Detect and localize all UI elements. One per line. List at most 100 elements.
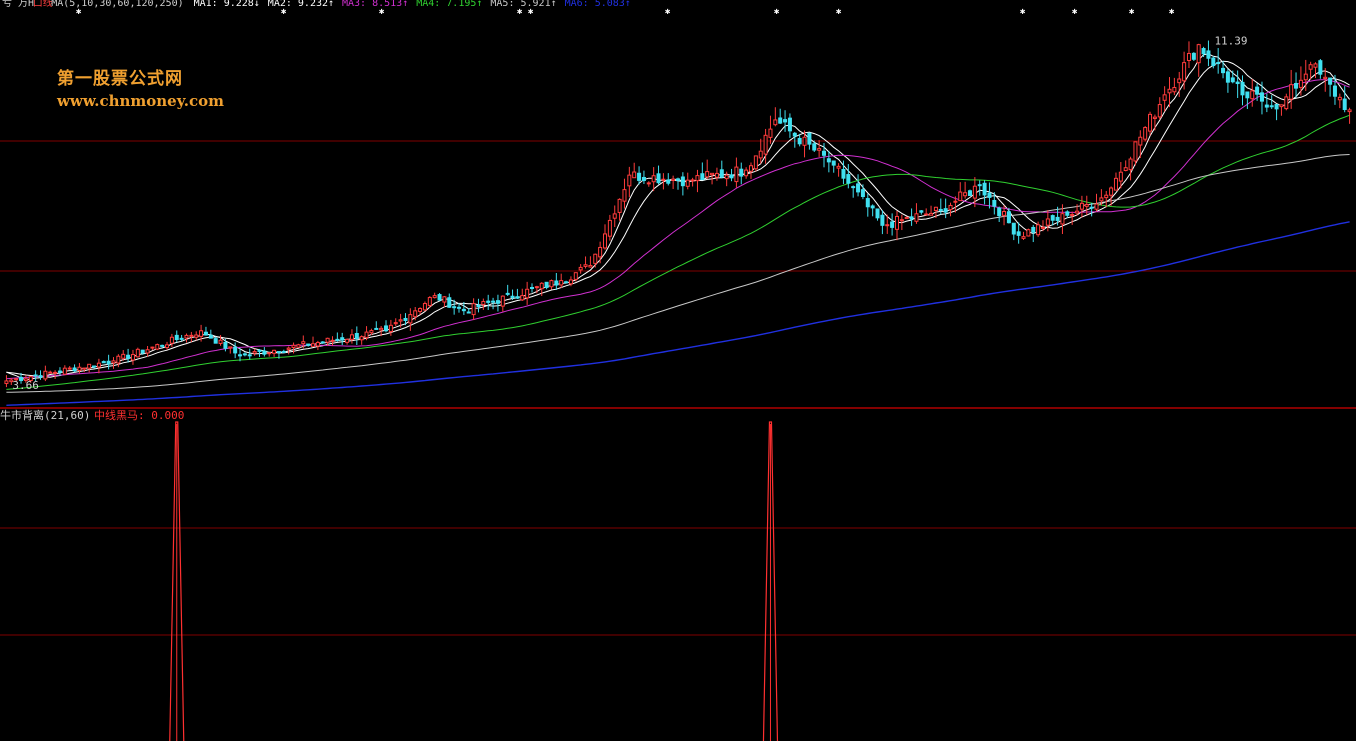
candle-body xyxy=(291,344,296,348)
candle-body xyxy=(646,182,651,185)
candle-body xyxy=(1274,103,1279,110)
candle-body xyxy=(160,344,165,347)
candle-body xyxy=(422,303,427,311)
candle-body xyxy=(602,233,608,249)
candle-body xyxy=(1094,203,1099,210)
candle-body xyxy=(510,295,515,299)
candle-body xyxy=(544,281,549,288)
candle-body xyxy=(130,354,135,361)
candle-body xyxy=(525,288,530,299)
signal-marker-icon: ✱ xyxy=(774,7,780,17)
candle-body xyxy=(1347,109,1352,113)
candle-body xyxy=(515,296,520,299)
candle-body xyxy=(943,208,948,213)
candle-body xyxy=(865,198,870,208)
candle-body xyxy=(82,367,87,370)
candle-body xyxy=(1040,226,1045,229)
candle-body xyxy=(846,174,851,184)
candle-body xyxy=(145,349,150,354)
candle-body xyxy=(325,337,330,343)
candle-body xyxy=(233,346,238,354)
stock-chart[interactable]: 11.393.66✱ ✱ ✱ ✱ ✱ ✱ ✱ ✱ ✱ ✱ ✱ ✱亏 万H口线MA(5,10,30,60… xyxy=(0,0,1356,741)
candle-body xyxy=(354,332,359,339)
candle-body xyxy=(1255,86,1260,95)
candle-body xyxy=(671,178,676,181)
candle-body xyxy=(257,349,262,352)
candle-body xyxy=(1337,96,1342,101)
candle-body xyxy=(963,192,968,197)
header-legend-item: 口线 xyxy=(33,0,53,9)
candle-body xyxy=(174,334,179,341)
candle-body xyxy=(588,264,593,268)
candle-body xyxy=(1084,203,1089,207)
signal-marker-icon: ✱ xyxy=(1020,7,1026,17)
candle-body xyxy=(43,370,48,380)
candle-body xyxy=(1026,229,1031,237)
candle-body xyxy=(1172,87,1177,93)
watermark-url: www.chnmoney.com xyxy=(57,92,224,110)
candle-body xyxy=(4,380,9,384)
candle-body xyxy=(252,351,257,354)
candle-body xyxy=(418,307,423,312)
candle-body xyxy=(607,219,612,237)
candle-body xyxy=(948,204,953,211)
candle-body xyxy=(1294,82,1299,89)
candle-body xyxy=(111,360,116,364)
candle-body xyxy=(281,350,286,353)
candle-body xyxy=(593,253,598,264)
candle-body xyxy=(812,143,817,151)
candle-body xyxy=(987,192,992,198)
header-legend-item: MA1: 9.228↓ xyxy=(194,0,260,9)
candle-body xyxy=(977,184,982,187)
candle-body xyxy=(437,294,442,301)
candle-body xyxy=(632,171,637,179)
candle-body xyxy=(1138,136,1143,146)
candle-body xyxy=(637,172,642,181)
candle-body xyxy=(568,279,573,285)
candle-body xyxy=(1002,211,1007,216)
candle-body xyxy=(286,347,291,350)
candle-body xyxy=(836,165,841,169)
candle-body xyxy=(491,300,496,303)
candle-body xyxy=(72,367,77,372)
candle-body xyxy=(1075,210,1080,214)
candle-body xyxy=(238,354,243,357)
candle-body xyxy=(1298,79,1303,88)
candle-body xyxy=(1191,52,1196,60)
candle-body xyxy=(598,246,603,258)
candle-body xyxy=(432,295,437,299)
candle-body xyxy=(1250,90,1255,100)
candle-body xyxy=(223,341,228,349)
candle-body xyxy=(87,363,92,369)
candle-body xyxy=(33,374,38,377)
candle-body xyxy=(768,128,773,138)
candle-body xyxy=(1050,215,1055,221)
indicator-name: 牛市背离(21,60) xyxy=(0,408,90,422)
candle-body xyxy=(413,310,418,318)
candle-body xyxy=(1055,216,1060,221)
candle-body xyxy=(690,179,695,182)
candle-body xyxy=(1036,224,1041,236)
candle-body xyxy=(471,303,476,316)
candle-body xyxy=(1269,105,1274,108)
candle-body xyxy=(481,301,486,305)
candle-body xyxy=(719,169,724,178)
candle-body xyxy=(1284,96,1289,110)
candle-body xyxy=(894,215,899,230)
candle-body xyxy=(1279,104,1284,108)
candle-body xyxy=(165,344,170,349)
candle-body xyxy=(359,336,364,341)
candle-body xyxy=(126,354,131,359)
low-price-label: 3.66 xyxy=(12,379,39,392)
candle-body xyxy=(666,179,671,184)
candle-body xyxy=(783,119,788,123)
candle-body xyxy=(564,281,569,284)
candle-body xyxy=(1216,62,1221,65)
candle-body xyxy=(1021,236,1026,239)
candle-body xyxy=(885,224,890,227)
candle-body xyxy=(856,183,861,193)
candle-body xyxy=(1070,214,1075,217)
candle-body xyxy=(447,297,452,308)
candle-body xyxy=(641,176,646,181)
candle-body xyxy=(792,132,797,137)
